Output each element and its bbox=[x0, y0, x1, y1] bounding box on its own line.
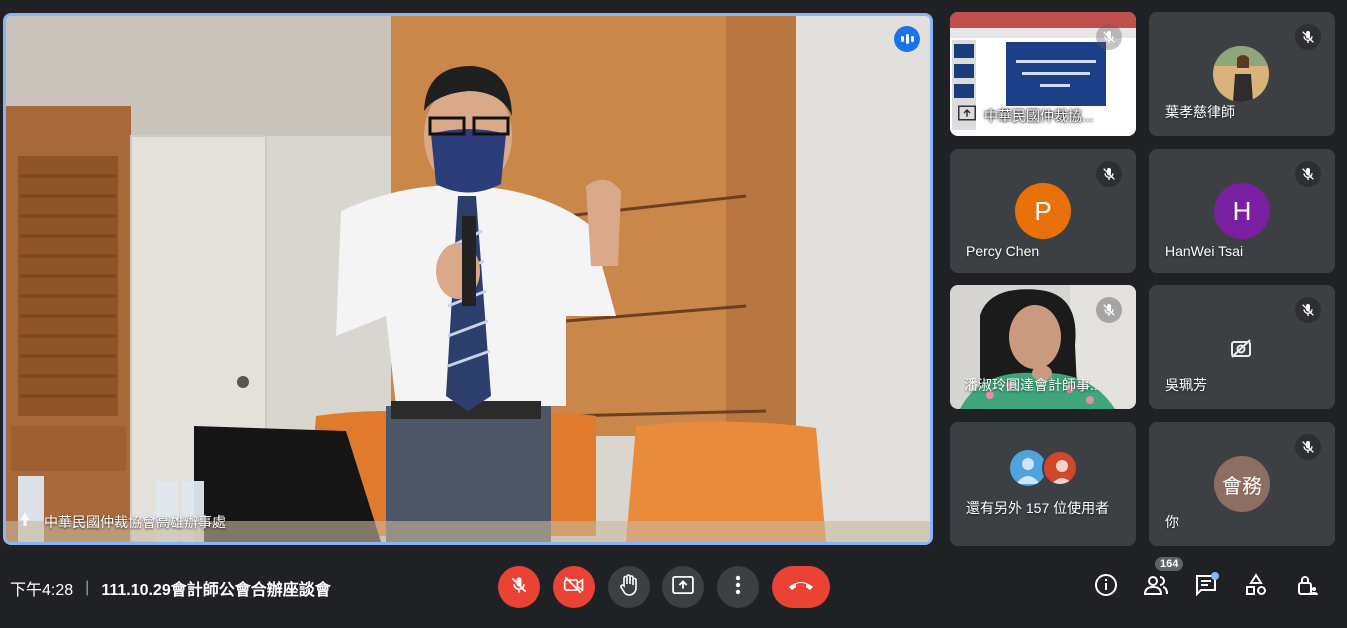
avatar bbox=[1213, 46, 1269, 102]
mic-off-icon bbox=[1096, 297, 1122, 323]
hand-icon bbox=[619, 573, 639, 601]
activities-button[interactable] bbox=[1241, 572, 1271, 602]
participant-tile-wu[interactable]: 吳珮芳 bbox=[1149, 285, 1335, 409]
meeting-details: 下午4:28 | 111.10.29會計師公會合辦座談會 bbox=[10, 576, 331, 600]
clock: 下午4:28 bbox=[10, 582, 74, 599]
pin-icon bbox=[16, 511, 34, 532]
camera-off-icon bbox=[563, 575, 585, 600]
present-screen-icon bbox=[672, 575, 694, 599]
participant-name: 還有另外 157 位使用者 bbox=[966, 500, 1110, 516]
participant-tile-others[interactable]: 還有另外 157 位使用者 bbox=[950, 422, 1136, 546]
participant-tile-pan[interactable]: 潘淑玲圓達會計師事... bbox=[950, 285, 1136, 409]
participant-name: Percy Chen bbox=[966, 243, 1040, 259]
participant-tile-you[interactable]: 會務 你 bbox=[1149, 422, 1335, 546]
avatar: 會務 bbox=[1214, 456, 1270, 512]
mic-off-icon bbox=[1295, 161, 1321, 187]
people-button[interactable] bbox=[1141, 572, 1171, 602]
avatar: H bbox=[1214, 183, 1270, 239]
info-icon bbox=[1094, 573, 1118, 602]
chat-notification-dot bbox=[1211, 572, 1219, 580]
present-now-button[interactable] bbox=[662, 566, 704, 608]
mic-off-icon bbox=[1295, 434, 1321, 460]
people-count-badge: 164 bbox=[1155, 557, 1184, 571]
participant-tile-percy[interactable]: P Percy Chen bbox=[950, 149, 1136, 273]
raise-hand-button[interactable] bbox=[608, 566, 650, 608]
mic-off-icon bbox=[1295, 297, 1321, 323]
mic-toggle-button[interactable] bbox=[498, 566, 540, 608]
participant-name: 你 bbox=[1165, 514, 1179, 530]
mic-off-icon bbox=[509, 575, 529, 600]
presentation-label: 中華民國仲裁協... bbox=[958, 105, 1094, 126]
control-bar: 下午4:28 | 111.10.29會計師公會合辦座談會 bbox=[0, 555, 1347, 628]
lock-person-icon bbox=[1295, 573, 1319, 602]
avatar bbox=[1010, 450, 1046, 486]
participant-name: HanWei Tsai bbox=[1165, 243, 1244, 259]
mic-off-icon bbox=[1295, 24, 1321, 50]
speaker-video bbox=[6, 16, 930, 542]
hang-up-icon bbox=[787, 578, 815, 596]
more-vert-icon bbox=[735, 575, 741, 600]
participant-name: 吳珮芳 bbox=[1165, 377, 1207, 393]
participant-name: 葉孝慈律師 bbox=[1165, 104, 1235, 120]
people-icon bbox=[1143, 574, 1169, 601]
main-speaker-name: 中華民國仲裁協會高雄辦事處 bbox=[44, 513, 226, 530]
main-speaker-tile[interactable]: 中華民國仲裁協會高雄辦事處 bbox=[3, 13, 933, 545]
participant-name: 中華民國仲裁協... bbox=[984, 107, 1094, 124]
avatar bbox=[1042, 450, 1078, 486]
separator: | bbox=[85, 579, 90, 596]
camera-off-icon bbox=[1229, 337, 1253, 364]
present-screen-icon bbox=[958, 105, 976, 126]
leave-call-button[interactable] bbox=[772, 566, 830, 608]
camera-toggle-button[interactable] bbox=[553, 566, 595, 608]
meeting-title: 111.10.29會計師公會合辦座談會 bbox=[101, 582, 331, 599]
main-speaker-label: 中華民國仲裁協會高雄辦事處 bbox=[16, 511, 226, 532]
participant-tile-ye[interactable]: 葉孝慈律師 bbox=[1149, 12, 1335, 136]
more-options-button[interactable] bbox=[717, 566, 759, 608]
host-controls-button[interactable] bbox=[1292, 572, 1322, 602]
shapes-icon bbox=[1244, 572, 1268, 602]
participant-name: 潘淑玲圓達會計師事... bbox=[964, 377, 1102, 393]
mic-off-icon bbox=[1096, 161, 1122, 187]
avatar: P bbox=[1015, 183, 1071, 239]
mic-off-icon bbox=[1096, 24, 1122, 50]
participant-tile-hanwei[interactable]: H HanWei Tsai bbox=[1149, 149, 1335, 273]
speaking-indicator-icon bbox=[894, 26, 920, 52]
meeting-details-button[interactable] bbox=[1091, 572, 1121, 602]
participant-tile-presentation[interactable]: 中華民國仲裁協... bbox=[950, 12, 1136, 136]
